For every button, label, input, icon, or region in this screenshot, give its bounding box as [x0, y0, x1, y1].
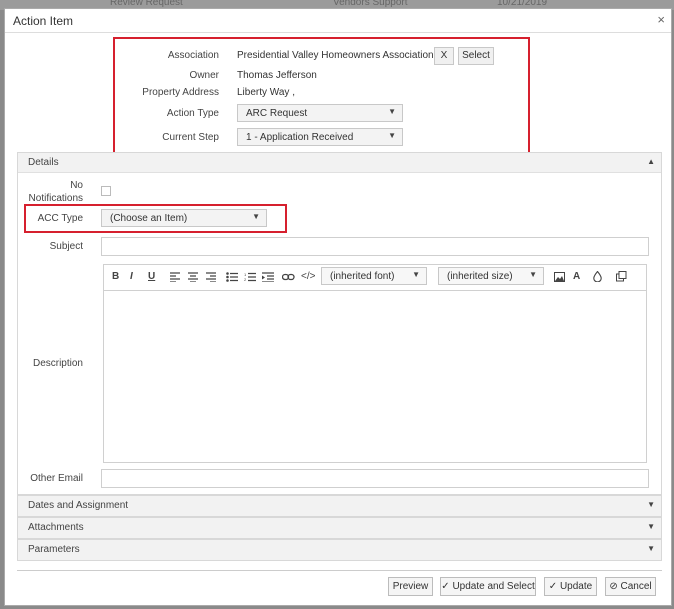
chevron-down-icon: ▼ — [529, 270, 537, 279]
dialog-title: Action Item — [13, 14, 74, 28]
align-right-icon[interactable] — [206, 272, 216, 282]
footer-divider — [17, 570, 662, 571]
subject-input[interactable] — [101, 237, 649, 256]
update-and-select-button-label: Update and Select — [452, 581, 535, 592]
svg-text:2: 2 — [244, 277, 247, 282]
text-color-icon[interactable]: A — [573, 271, 580, 282]
no-notifications-checkbox[interactable] — [101, 186, 111, 196]
current-step-select[interactable]: 1 - Application Received ▼ — [237, 128, 403, 146]
background-row-text: Review Request — [110, 0, 183, 8]
acc-type-select[interactable]: (Choose an Item) ▼ — [101, 209, 267, 227]
check-icon: ✓ — [441, 581, 450, 592]
background-color-icon[interactable] — [593, 271, 602, 282]
action-type-select[interactable]: ARC Request ▼ — [237, 104, 403, 122]
clear-association-button[interactable]: X — [434, 47, 454, 65]
font-family-select[interactable]: (inherited font) ▼ — [321, 267, 427, 285]
indent-icon[interactable] — [262, 272, 274, 282]
update-and-select-button[interactable]: ✓ Update and Select — [440, 577, 536, 596]
dates-and-assignment-title: Dates and Assignment — [28, 500, 129, 511]
link-icon[interactable] — [282, 272, 295, 282]
attachments-title: Attachments — [28, 522, 84, 533]
parameters-title: Parameters — [28, 544, 80, 555]
code-view-icon[interactable]: </> — [301, 271, 315, 282]
update-button-label: Update — [559, 581, 593, 592]
update-button[interactable]: ✓ Update — [544, 577, 597, 596]
insert-image-icon[interactable] — [554, 272, 565, 282]
align-left-icon[interactable] — [170, 272, 180, 282]
font-family-selected-value: (inherited font) — [330, 271, 395, 282]
action-type-label: Action Type — [166, 108, 219, 119]
details-panel-header[interactable]: Details ▲ — [18, 153, 661, 173]
subject-label: Subject — [49, 241, 83, 252]
current-step-selected-value: 1 - Application Received — [246, 132, 354, 143]
other-email-input[interactable] — [101, 469, 649, 488]
select-association-button[interactable]: Select — [458, 47, 494, 65]
background-row-text: 10/21/2019 — [497, 0, 548, 8]
action-item-dialog: Action Item × Association Presidential V… — [4, 8, 672, 606]
chevron-down-icon: ▼ — [388, 131, 396, 140]
chevron-down-icon: ▼ — [647, 522, 655, 531]
action-type-selected-value: ARC Request — [246, 108, 308, 119]
no-notifications-label: No — [70, 180, 83, 191]
owner-value: Thomas Jefferson — [237, 70, 317, 81]
description-label: Description — [32, 358, 83, 369]
bullet-list-icon[interactable] — [226, 272, 238, 282]
description-editor[interactable] — [103, 290, 647, 463]
acc-type-label: ACC Type — [37, 213, 83, 224]
no-notifications-label-line2: Notifications — [28, 193, 83, 204]
preview-button[interactable]: Preview — [388, 577, 433, 596]
other-email-label: Other Email — [30, 473, 83, 484]
dates-and-assignment-header[interactable]: Dates and Assignment ▼ — [18, 496, 661, 516]
cancel-button-label: Cancel — [620, 581, 652, 592]
chevron-up-icon: ▲ — [647, 157, 655, 166]
numbered-list-icon[interactable]: 12 — [244, 272, 256, 282]
editor-toolbar: B I U 12 </> (inherited font) ▼ (inherit… — [103, 264, 647, 290]
attachments-panel[interactable]: Attachments ▼ — [17, 517, 662, 539]
font-size-selected-value: (inherited size) — [447, 271, 513, 282]
cancel-circle-icon: ⊘ — [609, 581, 618, 592]
property-address-label: Property Address — [142, 87, 219, 98]
dates-and-assignment-panel[interactable]: Dates and Assignment ▼ — [17, 495, 662, 517]
property-address-value: Liberty Way , — [237, 87, 295, 98]
dialog-titlebar: Action Item × — [5, 9, 671, 33]
chevron-down-icon: ▼ — [388, 107, 396, 116]
chevron-down-icon: ▼ — [412, 270, 420, 279]
italic-icon[interactable]: I — [130, 271, 133, 282]
parameters-header[interactable]: Parameters ▼ — [18, 540, 661, 560]
underline-icon[interactable]: U — [148, 271, 155, 282]
chevron-down-icon: ▼ — [252, 212, 260, 221]
close-icon[interactable]: × — [657, 12, 665, 27]
font-size-select[interactable]: (inherited size) ▼ — [438, 267, 544, 285]
chevron-down-icon: ▼ — [647, 544, 655, 553]
association-value: Presidential Valley Homeowners Associati… — [237, 50, 434, 61]
parameters-panel[interactable]: Parameters ▼ — [17, 539, 662, 561]
fullscreen-icon[interactable] — [616, 271, 627, 282]
check-icon: ✓ — [548, 581, 558, 592]
attachments-header[interactable]: Attachments ▼ — [18, 518, 661, 538]
align-center-icon[interactable] — [188, 272, 198, 282]
association-label: Association — [167, 50, 219, 61]
background-row-text: Vendors Support — [333, 0, 408, 8]
owner-label: Owner — [189, 70, 219, 81]
chevron-down-icon: ▼ — [647, 500, 655, 509]
bold-icon[interactable]: B — [112, 271, 119, 282]
details-panel-title: Details — [28, 157, 59, 168]
preview-button-label: Preview — [392, 581, 429, 592]
cancel-button[interactable]: ⊘ Cancel — [605, 577, 656, 596]
current-step-label: Current Step — [162, 132, 219, 143]
acc-type-selected-value: (Choose an Item) — [110, 213, 188, 224]
